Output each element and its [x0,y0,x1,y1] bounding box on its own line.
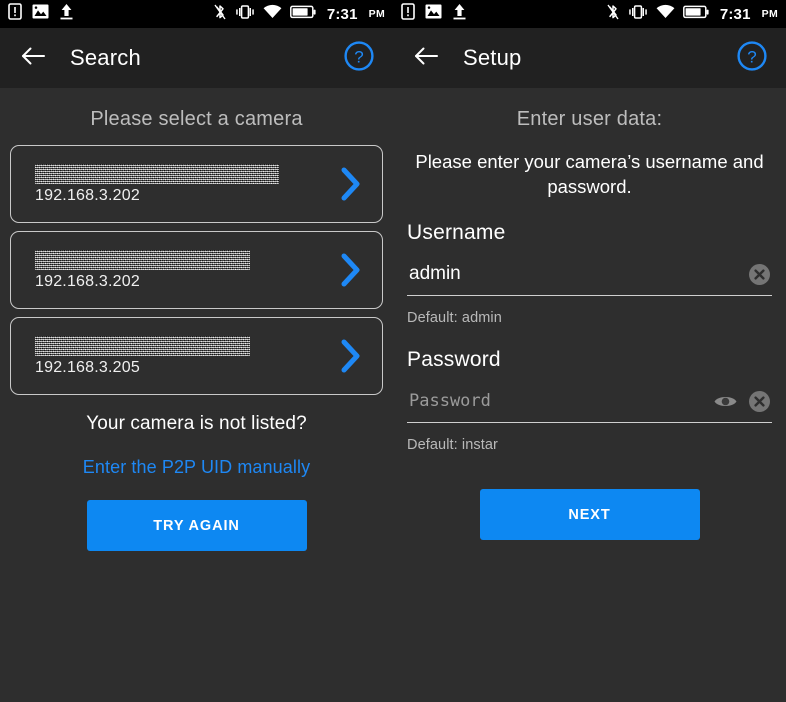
upload-icon [452,3,467,25]
status-bar-right: 7:31 PM [393,0,786,28]
clear-circle-icon[interactable] [746,262,772,288]
status-bar-left-icons [401,3,467,25]
upload-icon [59,3,74,25]
camera-info: 192.168.3.202 [35,163,326,205]
status-bar-left-icons [8,3,74,25]
camera-ip: 192.168.3.202 [35,186,140,204]
chevron-right-icon[interactable] [334,336,368,376]
camera-list: 192.168.3.202 192.168.3.202 192.168.3.20… [10,145,383,395]
camera-list-item[interactable]: 192.168.3.205 [10,317,383,395]
select-camera-heading: Please select a camera [90,108,303,130]
username-label: Username [407,221,506,244]
enter-user-data-heading: Enter user data: [516,108,663,130]
vibrate-icon [235,4,255,25]
next-row: NEXT [407,453,772,540]
camera-info: 192.168.3.205 [35,335,326,377]
dual-screenshot-composite: 7:31 PM Search ? Please select a camera [0,0,786,702]
camera-ip: 192.168.3.202 [35,272,140,290]
status-bar-right-icons: 7:31 PM [606,3,778,26]
appbar-setup: Setup ? [393,28,786,88]
try-again-row: TRY AGAIN [10,478,383,551]
status-bar-left: 7:31 PM [0,0,393,28]
camera-ip: 192.168.3.205 [35,358,140,376]
eye-icon[interactable] [712,389,738,415]
image-icon [425,4,442,24]
status-bar-clock: 7:31 [719,5,751,23]
camera-name-redacted [35,163,279,184]
camera-name-redacted [35,249,250,270]
form-instructions: Please enter your camera’s username and … [415,151,764,197]
enter-p2p-uid-link[interactable]: Enter the P2P UID manually [10,435,383,478]
camera-name-redacted [35,335,250,356]
chevron-right-icon[interactable] [334,250,368,290]
back-arrow-icon [20,45,46,72]
camera-not-listed-text: Your camera is not listed? [86,413,307,434]
password-input[interactable] [407,391,704,415]
chevron-right-icon[interactable] [334,164,368,204]
username-field-row [407,257,772,296]
right-panel-setup: 7:31 PM Setup ? Enter user data: Please … [393,0,786,702]
clear-circle-icon[interactable] [746,389,772,415]
page-title: Setup [463,45,522,70]
back-button[interactable] [409,41,443,75]
help-circle-icon: ? [736,40,768,77]
password-label: Password [407,348,501,371]
svg-text:?: ? [747,47,756,66]
status-bar-right-icons: 7:31 PM [213,3,385,26]
sim-alert-icon [401,3,415,25]
svg-text:?: ? [354,47,363,66]
camera-info: 192.168.3.202 [35,249,326,291]
username-helper-text: Default: admin [407,310,502,326]
try-again-button[interactable]: TRY AGAIN [86,500,307,551]
left-panel-search: 7:31 PM Search ? Please select a camera [0,0,393,702]
appbar-search: Search ? [0,28,393,88]
image-icon [32,4,49,24]
password-helper-text: Default: instar [407,437,498,453]
camera-list-item[interactable]: 192.168.3.202 [10,145,383,223]
sim-alert-icon [8,3,22,25]
setup-form: Enter user data: Please enter your camer… [393,88,786,540]
camera-list-item[interactable]: 192.168.3.202 [10,231,383,309]
username-input[interactable] [407,263,738,289]
wifi-icon [263,4,282,24]
help-button[interactable]: ? [734,40,770,76]
status-bar-meridiem: PM [368,8,385,20]
back-arrow-icon [413,45,439,72]
battery-icon [289,5,316,24]
help-button[interactable]: ? [341,40,377,76]
status-bar-meridiem: PM [761,8,778,20]
vibrate-icon [628,4,648,25]
back-button[interactable] [16,41,50,75]
page-title: Search [70,45,141,70]
status-bar-clock: 7:31 [326,5,358,23]
password-field-row [407,384,772,423]
battery-icon [682,5,709,24]
bluetooth-off-icon [606,3,620,26]
search-content: Please select a camera 192.168.3.202 192… [0,88,393,551]
wifi-icon [656,4,675,24]
bluetooth-off-icon [213,3,227,26]
help-circle-icon: ? [343,40,375,77]
next-button[interactable]: NEXT [479,489,700,540]
